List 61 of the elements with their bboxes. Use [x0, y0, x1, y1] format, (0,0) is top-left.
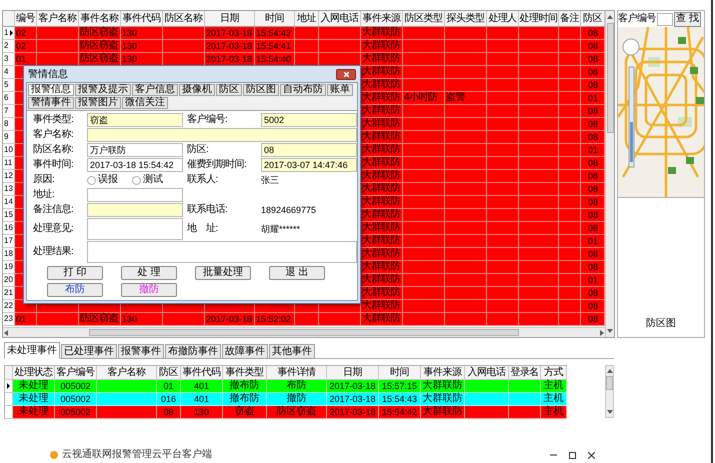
table-cell: 130: [121, 313, 163, 326]
field-label: 原因:: [33, 175, 56, 185]
row-number: 14: [3, 198, 13, 206]
field-label: 地址:: [33, 190, 56, 200]
table-cell: 005002: [55, 406, 97, 419]
table-cell: 01: [15, 313, 37, 326]
row-number: 3: [3, 55, 8, 63]
row-number: 15: [3, 211, 13, 219]
field-label: 催费到期时间:: [187, 160, 248, 170]
row-number: 10: [3, 146, 13, 154]
row-number: 13: [3, 185, 13, 193]
row-number: 12: [3, 172, 13, 180]
table-cell: 主机: [541, 406, 567, 419]
row-number: 19: [3, 263, 13, 271]
row-number: 7: [3, 107, 8, 115]
row-number: 8: [3, 120, 8, 128]
table-cell: 防区窃盗: [79, 313, 121, 326]
field-value: 胡耀******: [261, 222, 302, 236]
row-number: 21: [3, 289, 13, 297]
field-label: 处理结果:: [33, 247, 74, 257]
field-label: 处理意见:: [33, 224, 74, 234]
table-cell: 15:52:02: [255, 313, 295, 326]
row-number: 11: [3, 159, 12, 167]
field-label: 防区名称:: [33, 145, 74, 155]
table-cell: 2017-03-18: [205, 313, 255, 326]
field-label: 备注信息:: [33, 205, 74, 215]
row-number: 2: [3, 42, 8, 50]
row-number: 4: [3, 68, 8, 76]
table-cell: 防区窃盗: [267, 406, 327, 419]
table-cell: 未处理: [13, 406, 55, 419]
field-label: 事件时间:: [33, 160, 74, 170]
app-title: 云视通联网报警管理云平台客户端: [62, 450, 212, 460]
field-value: 18924669775: [261, 204, 318, 216]
row-number: 6: [3, 94, 8, 102]
table-cell: 大群联防: [421, 406, 465, 419]
search-label: 客户编号: [618, 14, 656, 24]
field-label: 事件类型:: [33, 115, 74, 125]
table-cell: 大群联防: [361, 313, 403, 326]
field-label: 客户名称:: [33, 130, 74, 140]
table-cell: 08: [157, 406, 181, 419]
field-label: 地 址:: [187, 224, 219, 234]
row-number: 16: [3, 224, 13, 232]
field-value: 张三: [261, 174, 280, 186]
row-number: 20: [3, 276, 13, 284]
table-cell: 15:54:42: [379, 406, 421, 419]
row-number: 1: [3, 29, 8, 37]
field-label: 联系电话:: [187, 205, 228, 215]
window-title: 警情信息: [28, 70, 68, 80]
zone-map-label: 防区图: [646, 319, 676, 329]
row-number: 18: [3, 250, 13, 258]
table-cell: 窃盗: [223, 406, 267, 419]
field-label: 客户编号:: [187, 115, 228, 125]
table-cell: 130: [181, 406, 223, 419]
field-label: 联系人:: [187, 175, 219, 185]
row-number: 22: [3, 302, 13, 310]
row-number: 9: [3, 133, 8, 141]
field-label: 防区:: [187, 145, 210, 155]
row-number: 17: [3, 237, 13, 245]
row-number: 23: [3, 315, 13, 323]
table-cell: 2017-03-18: [327, 406, 379, 419]
row-number: 5: [3, 81, 8, 89]
